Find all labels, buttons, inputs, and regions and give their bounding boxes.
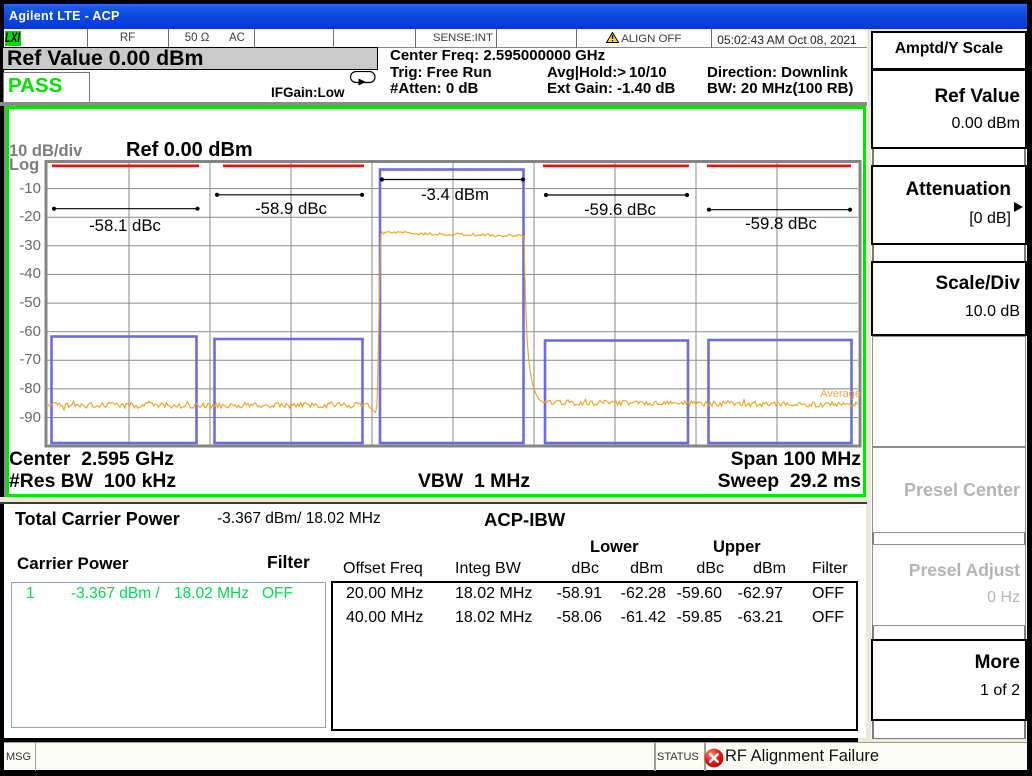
svg-text:-59.8 dBc: -59.8 dBc (745, 214, 817, 233)
svg-text:-3.4 dBm: -3.4 dBm (421, 185, 489, 204)
svg-text:-58.1 dBc: -58.1 dBc (89, 216, 161, 235)
svg-text:Average: Average (820, 388, 861, 400)
svg-text:-59.6 dBc: -59.6 dBc (584, 200, 656, 219)
svg-text:-58.9 dBc: -58.9 dBc (255, 199, 327, 218)
